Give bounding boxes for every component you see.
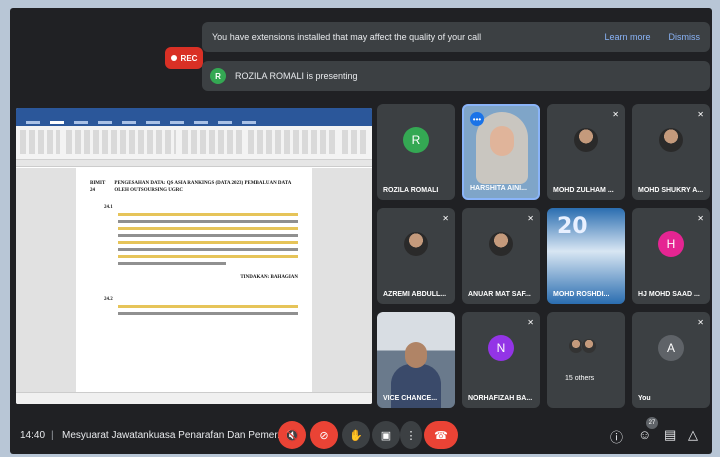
video-feed: 20 [547,208,625,304]
learn-more-link[interactable]: Learn more [604,32,650,42]
speaking-indicator-icon: ••• [470,112,484,126]
present-icon: ▣ [380,429,392,442]
avatar: N [488,335,514,362]
participant-name: MOHD ZULHAM ... [553,187,614,194]
word-ribbon [16,126,372,160]
tindakan-label: TINDAKAN: BAHAGIAN [240,275,298,280]
poster-graphic: 20 [557,214,588,239]
people-icon[interactable]: ☺ [638,427,651,442]
document-page: BIMIT 24 PENGESAHAN DATA: QS ASIA RANKIN… [76,168,312,392]
meeting-title: Mesyuarat Jawatankuasa Penarafan Dan Pem… [62,429,286,441]
mic-off-icon: ✕ [697,214,704,223]
more-vert-icon: ⋮ [405,429,417,442]
presenting-message: ROZILA ROMALI is presenting [235,71,358,81]
chat-icon[interactable]: ▤ [664,427,676,443]
recording-indicator: REC [165,47,203,69]
others-tile[interactable]: 15 others [547,312,625,408]
phone-hangup-icon: ☎ [434,429,448,442]
separator: | [51,429,54,441]
extensions-message: You have extensions installed that may a… [212,32,482,42]
rec-label: REC [180,53,198,63]
mic-off-icon: ✕ [697,110,704,119]
participant-tile[interactable]: ✕ H HJ MOHD SAAD ... [632,208,710,304]
paragraph-1: 24.1 [104,204,298,265]
control-bar: 14:40 | Mesyuarat Jawatankuasa Penarafan… [10,416,712,454]
extensions-notice: You have extensions installed that may a… [202,22,710,52]
video-feed [377,312,455,408]
participant-name: HJ MOHD SAAD ... [638,291,700,298]
leave-call-button[interactable]: ☎ [424,421,458,449]
raise-hand-button[interactable]: ✋ [342,421,370,449]
participant-tile[interactable]: ✕ MOHD ZULHAM ... [547,104,625,200]
record-dot-icon [170,55,177,61]
participant-name: VICE CHANCE... [383,395,438,402]
mic-off-icon: ✕ [527,318,534,327]
avatar [574,128,598,153]
avatar: A [658,335,684,362]
participant-name: ANUAR MAT SAF... [468,291,531,298]
presenter-avatar: R [210,68,226,84]
participant-name: HARSHITA AINI... [470,185,527,192]
avatar: H [658,231,684,258]
mic-off-icon: 🔇 [285,429,299,442]
paragraph-2: 24.2 [104,296,298,315]
clock: 14:40 [20,429,46,441]
participant-tile[interactable]: VICE CHANCE... [377,312,455,408]
participant-tile-speaking[interactable]: ••• HARSHITA AINI... [462,104,540,200]
participant-name: MOHD ROSHDI... [553,291,610,298]
face [490,126,514,156]
participant-name: ROZILA ROMALI [383,187,439,194]
present-button[interactable]: ▣ [372,421,400,449]
participant-tile[interactable]: ✕ ANUAR MAT SAF... [462,208,540,304]
section-number: BIMIT 24 [90,181,106,193]
mic-toggle-button[interactable]: 🔇 [278,421,306,449]
activities-icon[interactable]: △ [688,427,698,443]
shared-screen[interactable]: BIMIT 24 PENGESAHAN DATA: QS ASIA RANKIN… [16,108,372,404]
info-icon[interactable]: ⓘ [610,427,623,446]
meet-window: REC You have extensions installed that m… [10,8,712,454]
word-ribbon-tabs [16,118,372,126]
section-title: PENGESAHAN DATA: QS ASIA RANKINGS (DATA … [114,181,292,193]
section-heading: BIMIT 24 PENGESAHAN DATA: QS ASIA RANKIN… [90,180,298,194]
dismiss-button[interactable]: Dismiss [669,32,701,42]
mic-off-icon: ✕ [442,214,449,223]
mic-off-icon: ✕ [697,318,704,327]
participant-tile[interactable]: 20 MOHD ROSHDI... [547,208,625,304]
para-number-1: 24.1 [104,205,113,210]
participant-name: AZREMI ABDULL... [383,291,447,298]
others-count: 15 others [565,375,595,382]
mic-off-icon: ✕ [612,110,619,119]
document-area: BIMIT 24 PENGESAHAN DATA: QS ASIA RANKIN… [16,168,372,392]
para-number-2: 24.2 [104,297,113,302]
avatar [489,232,513,257]
participant-tile[interactable]: R ROZILA ROMALI [377,104,455,200]
participant-name: You [638,395,651,402]
presenting-banner: R ROZILA ROMALI is presenting [202,61,710,91]
camera-toggle-button[interactable]: ⊘ [310,421,338,449]
more-options-button[interactable]: ⋮ [400,421,422,449]
participant-name: MOHD SHUKRY A... [638,187,704,194]
participant-tile[interactable]: ✕ MOHD SHUKRY A... [632,104,710,200]
others-avatars [568,338,597,354]
avatar [659,128,683,153]
word-ruler [16,160,372,167]
hand-icon: ✋ [349,429,363,442]
participant-tile[interactable]: ✕ AZREMI ABDULL... [377,208,455,304]
camera-off-icon: ⊘ [319,429,329,442]
word-title-bar [16,108,372,118]
word-status-bar [16,392,372,404]
people-count-badge: 27 [646,417,658,429]
avatar: R [403,127,429,154]
participant-tile[interactable]: ✕ N NORHAFIZAH BA... [462,312,540,408]
self-tile[interactable]: ✕ A You [632,312,710,408]
avatar [404,232,428,257]
mic-off-icon: ✕ [527,214,534,223]
participant-name: NORHAFIZAH BA... [468,395,533,402]
